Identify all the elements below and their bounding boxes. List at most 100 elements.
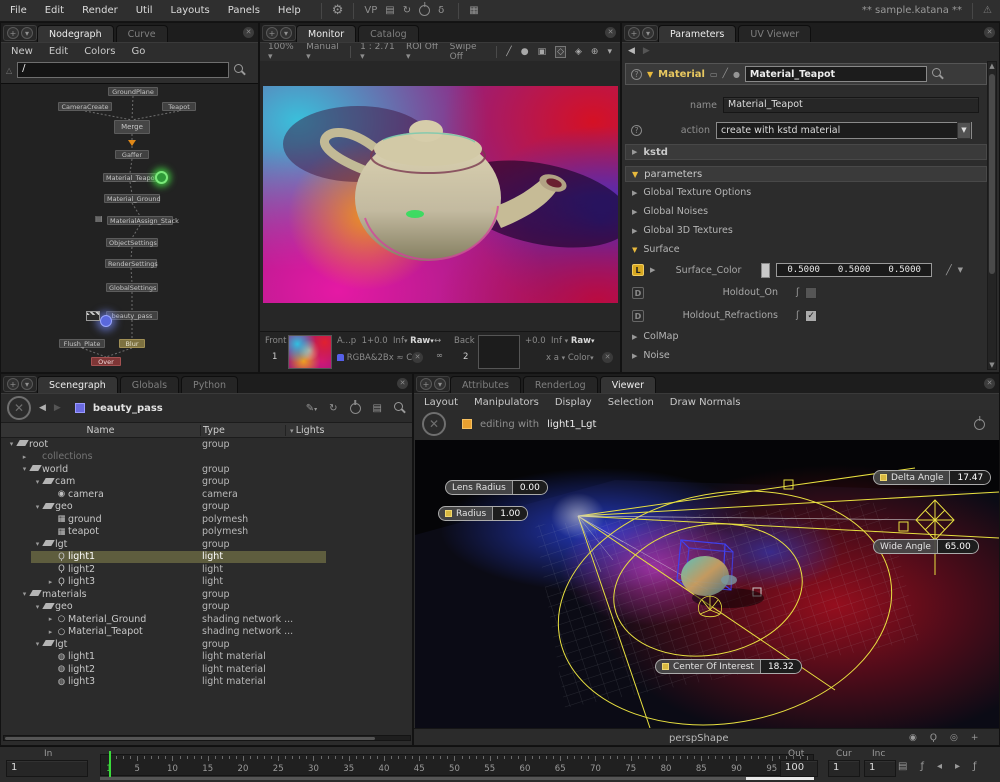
- expander-closed-icon[interactable]: ▸: [46, 628, 55, 636]
- manipulator-pill-wide-angle[interactable]: Wide Angle65.00: [873, 539, 979, 554]
- node-cameracreate[interactable]: CameraCreate: [58, 102, 112, 111]
- menu-item-manipulators[interactable]: Manipulators: [474, 397, 539, 408]
- param-row-holdout-on[interactable]: DHoldout_Onʃ: [632, 281, 984, 304]
- node-teapot[interactable]: Teapot: [162, 102, 196, 111]
- scenegraph-row-camera[interactable]: ◉cameracamera: [1, 488, 412, 501]
- tab-python[interactable]: Python: [181, 376, 238, 393]
- gear-icon[interactable]: ⚙: [332, 3, 344, 18]
- expander-open-icon[interactable]: ▾: [33, 540, 42, 548]
- manipulator-pill-center-of-interest[interactable]: Center Of Interest18.32: [655, 659, 802, 674]
- tab-globals[interactable]: Globals: [120, 376, 179, 393]
- expander-open-icon[interactable]: ▾: [33, 478, 42, 486]
- search-icon[interactable]: [394, 402, 406, 414]
- scenegraph-row-world[interactable]: ▾worldgroup: [1, 463, 412, 476]
- node-materialassign-stack[interactable]: MaterialAssign_Stack: [107, 216, 173, 225]
- help-icon[interactable]: ?: [631, 125, 642, 136]
- edit-pen-icon[interactable]: ✎▾: [306, 403, 317, 414]
- aperture-icon[interactable]: ◎: [950, 733, 958, 743]
- menu-item-file[interactable]: File: [10, 5, 27, 16]
- collapsed-triangle-icon[interactable]: ▶: [632, 352, 637, 360]
- panel-menu-icon[interactable]: ▾: [21, 378, 33, 390]
- expression-pen-icon[interactable]: ╱: [946, 265, 952, 276]
- param-row-global-3d-textures[interactable]: ▶Global 3D Textures: [632, 221, 984, 240]
- panel-menu-icon[interactable]: ▾: [280, 27, 292, 39]
- node-blur[interactable]: Blur: [119, 339, 145, 348]
- node-objectsettings[interactable]: ObjectSettings: [106, 238, 158, 247]
- scrollbar-handle[interactable]: [989, 74, 995, 274]
- scenegraph-row-lgt[interactable]: ▾lgtgroup: [1, 538, 412, 551]
- menu-item-layout[interactable]: Layout: [424, 397, 458, 408]
- warning-icon[interactable]: ⚠: [983, 5, 992, 16]
- step-back-icon[interactable]: ◂: [937, 761, 942, 772]
- stopwatch-icon[interactable]: ʃ: [796, 310, 799, 321]
- close-icon[interactable]: ✕: [984, 27, 995, 38]
- scenegraph-row-ground[interactable]: ▦groundpolymesh: [1, 513, 412, 526]
- scroll-up-icon[interactable]: ▲: [988, 62, 996, 70]
- param-row-surface-color[interactable]: L▶Surface_Color0.50000.50000.5000╱▼: [632, 259, 984, 281]
- horizontal-scrollbar[interactable]: [3, 735, 411, 741]
- manipulator-pill-radius[interactable]: Radius1.00: [438, 506, 528, 521]
- monitor-control-manual[interactable]: Manual ▾: [306, 42, 341, 62]
- timeline-scrollbar[interactable]: [100, 777, 814, 780]
- scenegraph-row-light3[interactable]: ◍light3light material: [1, 676, 412, 689]
- playhead[interactable]: [109, 751, 111, 777]
- back-clear-icon[interactable]: ✕: [602, 352, 613, 363]
- help-icon[interactable]: ?: [631, 69, 642, 80]
- dropdown-chevron-icon[interactable]: ▼: [957, 122, 971, 139]
- search-icon[interactable]: [234, 64, 246, 76]
- collapsed-triangle-icon[interactable]: ▶: [632, 208, 637, 216]
- pill-value[interactable]: 17.47: [949, 471, 990, 484]
- scenegraph-row-geo[interactable]: ▾geogroup: [1, 501, 412, 514]
- kstd-group[interactable]: ▶ kstd: [625, 144, 987, 160]
- expander-closed-icon[interactable]: ▸: [20, 453, 29, 461]
- edit-flag-icon[interactable]: [100, 315, 112, 327]
- loop-icon[interactable]: ↻: [403, 5, 411, 16]
- scenegraph-row-materials[interactable]: ▾materialsgroup: [1, 588, 412, 601]
- forward-arrow-icon[interactable]: ▶: [643, 46, 650, 56]
- comment-icon[interactable]: ●: [733, 70, 740, 79]
- panel-add-icon[interactable]: +: [7, 378, 19, 390]
- scrollbar-handle[interactable]: [746, 777, 814, 780]
- expander-open-icon[interactable]: ▾: [20, 465, 29, 473]
- lamp-icon[interactable]: δ: [438, 5, 444, 16]
- menu-item-display[interactable]: Display: [555, 397, 592, 408]
- param-row-holdout-refractions[interactable]: DHoldout_Refractionsʃ✓: [632, 304, 984, 327]
- prev-key-icon[interactable]: ƒ: [920, 761, 924, 772]
- front-thumbnail[interactable]: [288, 335, 332, 369]
- param-row-global-texture-options[interactable]: ▶Global Texture Options: [632, 183, 984, 202]
- parameters-scrollbar[interactable]: ▲ ▼: [987, 61, 997, 370]
- back-thumbnail[interactable]: [478, 335, 520, 369]
- tab-parameters[interactable]: Parameters: [658, 25, 736, 42]
- scroll-down-icon[interactable]: ▼: [988, 361, 996, 369]
- expanded-triangle-icon[interactable]: ▼: [632, 246, 637, 254]
- scenegraph-row-cam[interactable]: ▾camgroup: [1, 476, 412, 489]
- vp-label[interactable]: VP: [364, 5, 377, 16]
- param-row-noise[interactable]: ▶Noise: [632, 346, 984, 365]
- tab-renderlog[interactable]: RenderLog: [523, 376, 598, 393]
- checkbox[interactable]: [805, 287, 817, 299]
- frame-ruler[interactable]: 1510152025303540455055606570758085909510…: [100, 754, 814, 776]
- node-rendersettings[interactable]: RenderSettings: [105, 259, 157, 268]
- color-values-field[interactable]: 0.50000.50000.5000: [776, 263, 932, 277]
- menu-item-util[interactable]: Util: [136, 5, 153, 16]
- collapsed-triangle-icon[interactable]: ▶: [632, 189, 637, 197]
- panel-add-icon[interactable]: +: [628, 27, 640, 39]
- expanded-triangle-icon[interactable]: ▼: [632, 170, 638, 179]
- state-badge[interactable]: L: [632, 264, 644, 276]
- refresh-icon[interactable]: ↻: [329, 403, 337, 414]
- panel-add-icon[interactable]: +: [420, 378, 432, 390]
- menu-item-go[interactable]: Go: [132, 46, 146, 57]
- param-row-colmap[interactable]: ▶ColMap: [632, 327, 984, 346]
- current-frame-field[interactable]: 1: [828, 760, 860, 777]
- monitor-control-100[interactable]: 100% ▾: [268, 42, 297, 62]
- slate-icon[interactable]: ▤: [385, 5, 394, 16]
- scenegraph-row-material-ground[interactable]: ▸○Material_Groundshading network ...: [1, 613, 412, 626]
- step-forward-icon[interactable]: ▸: [955, 761, 960, 772]
- center-pixel-icon[interactable]: ⊕: [591, 47, 599, 57]
- menu-item-new[interactable]: New: [11, 46, 33, 57]
- checkbox[interactable]: ✓: [805, 310, 817, 322]
- back-arrow-icon[interactable]: ◀: [628, 46, 635, 56]
- swap-arrows-icon[interactable]: ↔: [434, 336, 441, 346]
- panel-menu-icon[interactable]: ▾: [642, 27, 654, 39]
- viewport-3d[interactable]: Lens Radius0.00Radius1.00Delta Angle17.4…: [415, 440, 1000, 728]
